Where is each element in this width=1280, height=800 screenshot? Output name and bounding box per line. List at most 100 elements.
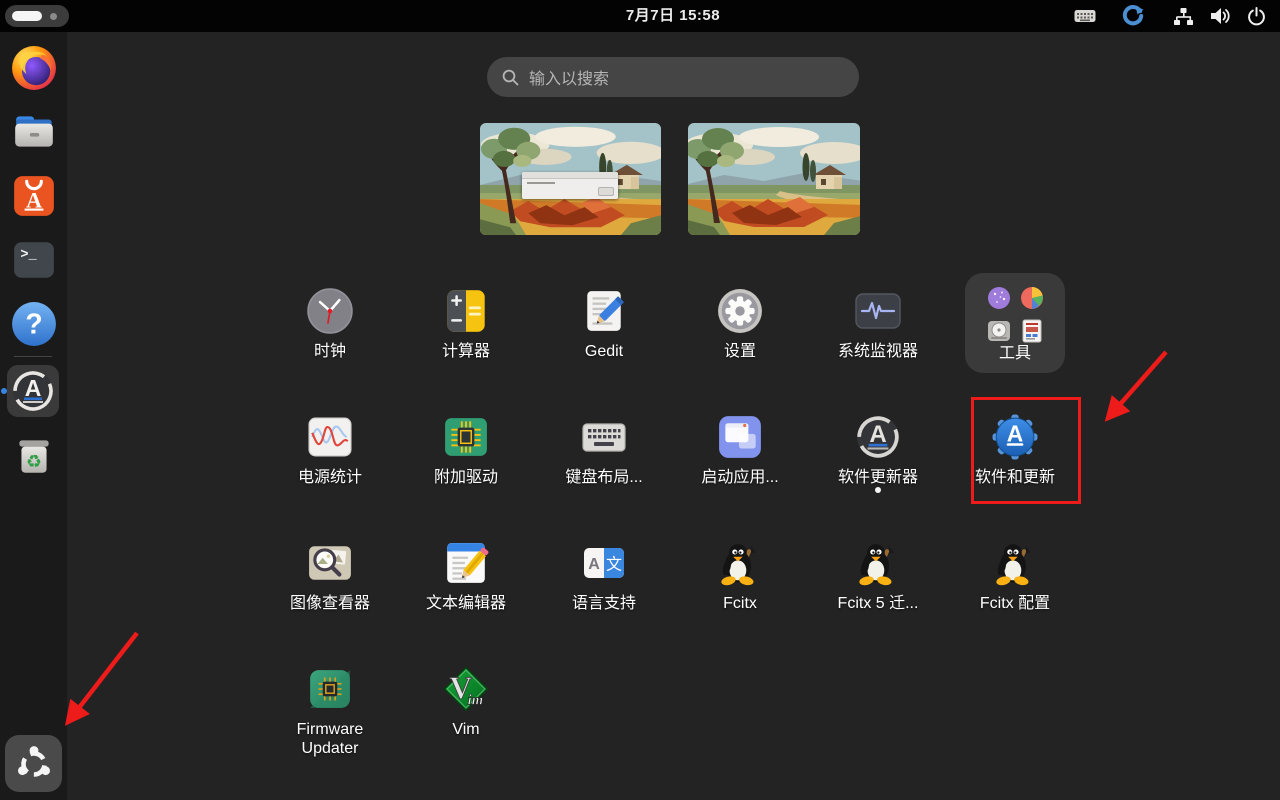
workspace-inactive-dot — [50, 13, 57, 20]
app-label: 电源统计 — [298, 468, 362, 487]
fcitx-tux-icon — [716, 539, 764, 587]
system-tray — [1074, 0, 1270, 32]
app-software-and-updates[interactable]: A 软件和更新 — [950, 413, 1080, 487]
app-gedit[interactable]: Gedit — [539, 287, 669, 361]
app-keyboard-layout[interactable]: 键盘布局... — [539, 413, 669, 487]
svg-text:文: 文 — [606, 556, 622, 574]
app-firmware-updater[interactable]: Firmware Updater — [265, 665, 395, 758]
app-label: 启动应用... — [701, 468, 778, 487]
search-input[interactable]: 输入以搜索 — [487, 57, 859, 97]
running-app-dot — [875, 487, 881, 493]
app-label: 键盘布局... — [565, 468, 642, 487]
svg-text:?: ? — [25, 307, 42, 339]
keyboard-indicator-icon[interactable] — [1074, 0, 1096, 32]
app-label: Gedit — [585, 342, 623, 361]
language-support-icon: A 文 — [580, 539, 628, 587]
software-updater-icon: A — [11, 369, 55, 413]
app-fcitx-config[interactable]: Fcitx 配置 — [950, 539, 1080, 613]
network-wired-icon[interactable] — [1174, 0, 1193, 32]
ubuntu-software-icon: A — [11, 173, 57, 219]
search-icon — [502, 69, 519, 86]
fcitx-tux-icon — [991, 539, 1039, 587]
power-statistics-icon — [306, 413, 354, 461]
text-editor-icon — [442, 539, 490, 587]
app-system-monitor[interactable]: 系统监视器 — [813, 287, 943, 361]
folder-label: 工具 — [965, 339, 1065, 363]
dock: A >_ ? A ♻ — [0, 32, 67, 800]
app-startup-applications[interactable]: 启动应用... — [675, 413, 805, 487]
ubuntu-logo-icon — [12, 742, 56, 786]
workspace-thumbnail-1[interactable] — [480, 123, 661, 235]
app-clock[interactable]: 时钟 — [265, 287, 395, 361]
gedit-icon — [580, 287, 628, 335]
settings-gear-icon — [716, 287, 764, 335]
app-fcitx[interactable]: Fcitx — [675, 539, 805, 613]
app-image-viewer[interactable]: 图像查看器 — [265, 539, 395, 613]
app-language-support[interactable]: A 文 语言支持 — [539, 539, 669, 613]
dock-item-software-updater[interactable]: A — [7, 365, 59, 417]
app-power-statistics[interactable]: 电源统计 — [265, 413, 395, 487]
app-label: Fcitx 5 迁... — [838, 594, 919, 613]
app-label: 文本编辑器 — [426, 594, 506, 613]
power-icon[interactable] — [1247, 0, 1266, 32]
app-label: 时钟 — [314, 342, 346, 361]
fcitx-input-method-icon[interactable] — [1122, 0, 1144, 32]
app-label: 图像查看器 — [290, 594, 370, 613]
app-label: 附加驱动 — [434, 468, 498, 487]
dock-item-terminal[interactable]: >_ — [11, 237, 57, 283]
app-label: Firmware Updater — [284, 720, 376, 758]
app-vim[interactable]: V im Vim — [401, 665, 531, 739]
workspace-window-preview — [522, 172, 618, 199]
app-label: 计算器 — [442, 342, 490, 361]
dock-item-files[interactable] — [11, 109, 57, 155]
system-monitor-icon — [854, 287, 902, 335]
volume-icon[interactable] — [1211, 0, 1231, 32]
annotation-arrows — [0, 0, 1280, 800]
svg-text:A: A — [1007, 421, 1024, 447]
dock-item-firefox[interactable] — [11, 45, 57, 91]
dock-running-indicator — [1, 388, 7, 394]
startup-applications-icon — [716, 413, 764, 461]
app-calculator[interactable]: 计算器 — [401, 287, 531, 361]
top-bar: 7月7日 15:58 — [0, 0, 1280, 32]
svg-text:A: A — [25, 375, 42, 401]
show-applications-button[interactable] — [5, 735, 62, 792]
dock-item-ubuntu-software[interactable]: A — [11, 173, 57, 219]
image-viewer-icon — [306, 539, 354, 587]
firefox-icon — [11, 45, 57, 91]
clock-app-icon — [306, 287, 354, 335]
app-folder-tools[interactable]: 工具 — [965, 273, 1065, 373]
app-fcitx5-migration[interactable]: Fcitx 5 迁... — [813, 539, 943, 613]
folder-mini-icon-1 — [987, 286, 1011, 310]
firmware-updater-icon — [306, 665, 354, 713]
app-additional-drivers[interactable]: 附加驱动 — [401, 413, 531, 487]
app-label: 软件和更新 — [975, 468, 1055, 487]
svg-text:>_: >_ — [20, 248, 37, 263]
dock-item-trash[interactable]: ♻ — [11, 433, 57, 479]
vim-icon: V im — [442, 665, 490, 713]
app-label: 软件更新器 — [838, 468, 918, 487]
folder-mini-icon-2 — [1020, 286, 1044, 310]
app-label: Fcitx — [723, 594, 757, 613]
workspace-indicator-pill[interactable] — [5, 5, 69, 27]
additional-drivers-icon — [442, 413, 490, 461]
software-and-updates-icon: A — [991, 413, 1039, 461]
app-label: 系统监视器 — [838, 342, 918, 361]
workspace-thumbnail-2[interactable] — [688, 123, 860, 235]
app-software-updater[interactable]: A 软件更新器 — [813, 413, 943, 487]
dock-item-help[interactable]: ? — [11, 301, 57, 347]
terminal-icon: >_ — [11, 237, 57, 283]
app-settings[interactable]: 设置 — [675, 287, 805, 361]
files-icon — [11, 109, 57, 155]
calculator-icon — [442, 287, 490, 335]
svg-text:im: im — [468, 693, 483, 709]
dock-separator — [14, 356, 52, 357]
app-text-editor[interactable]: 文本编辑器 — [401, 539, 531, 613]
search-placeholder: 输入以搜索 — [529, 65, 609, 89]
workspace-active-dot — [12, 11, 42, 21]
app-label: Fcitx 配置 — [980, 594, 1050, 613]
svg-text:♻: ♻ — [26, 453, 42, 473]
fcitx-tux-icon — [854, 539, 902, 587]
svg-text:A: A — [588, 556, 600, 573]
keyboard-layout-icon — [580, 413, 628, 461]
